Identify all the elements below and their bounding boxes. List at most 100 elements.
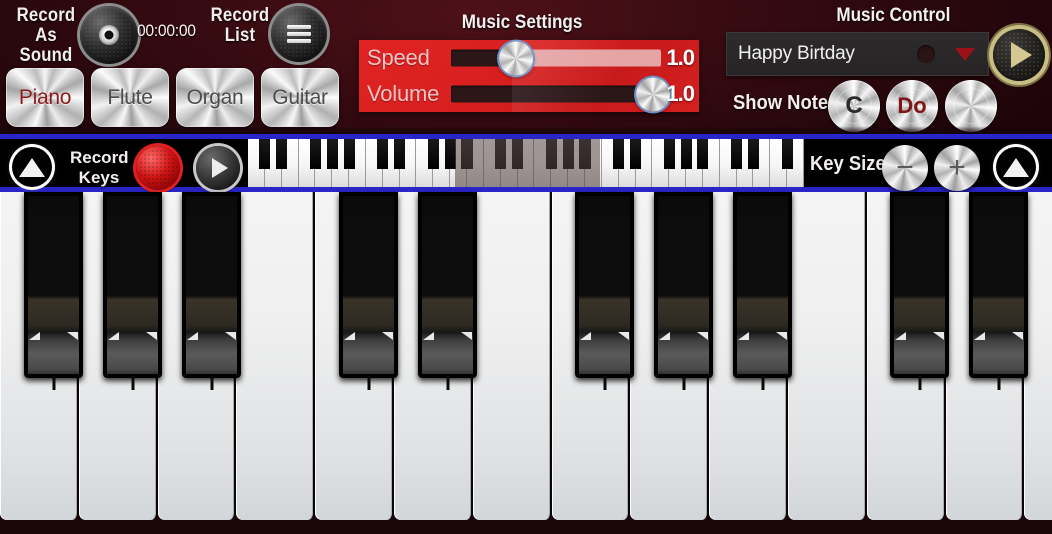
song-dropdown[interactable]: Happy Birtday — [726, 32, 989, 76]
piano-black-key[interactable] — [654, 192, 713, 390]
black-key-stem — [682, 376, 685, 390]
piano-black-key[interactable] — [575, 192, 634, 390]
speed-value: 1.0 — [666, 45, 695, 70]
music-settings-panel: Speed 1.0 Volume 1.0 — [359, 40, 699, 112]
record-as-sound-button[interactable] — [80, 6, 138, 64]
mini-black-key — [579, 139, 591, 169]
instrument-button-flute[interactable]: Flute — [91, 68, 169, 127]
play-song-button[interactable] — [993, 29, 1045, 81]
record-keys-label-line2: Keys — [78, 167, 120, 187]
status-dot-icon — [917, 45, 935, 63]
piano-white-key[interactable] — [472, 192, 552, 520]
top-control-panel: Record As Sound 00:00:00 Record List Pia… — [0, 0, 1052, 134]
note-style-do-label: Do — [897, 93, 927, 118]
mini-black-key — [343, 139, 355, 169]
record-as-sound-label-line1: Record — [16, 5, 76, 26]
mini-black-key — [427, 139, 439, 169]
black-key-highlight-right — [67, 332, 78, 340]
mini-black-key — [697, 139, 709, 169]
keyboard-toolbar: Record Keys Key Size − + — [0, 134, 1052, 192]
black-key-stem — [52, 376, 55, 390]
instrument-button-piano[interactable]: Piano — [6, 68, 84, 127]
record-as-sound-label-line2: As Sound — [19, 24, 73, 66]
piano-app-root: Record As Sound 00:00:00 Record List Pia… — [0, 0, 1052, 534]
show-notes-label: Show Notes — [733, 92, 839, 114]
triangle-up-icon — [19, 157, 45, 177]
mini-black-key — [731, 139, 743, 169]
record-disc-icon — [99, 25, 119, 45]
piano-white-key[interactable] — [788, 192, 867, 520]
black-key-highlight-left — [108, 332, 119, 340]
instrument-button-organ[interactable]: Organ — [176, 68, 254, 127]
speed-label: Speed — [367, 45, 430, 70]
mini-black-key — [747, 139, 759, 169]
key-size-decrease-button[interactable]: − — [882, 145, 928, 191]
mini-black-key — [781, 139, 793, 169]
key-size-increase-button[interactable]: + — [934, 145, 980, 191]
black-key-stem — [367, 376, 370, 390]
mini-black-key — [663, 139, 675, 169]
chevron-down-icon[interactable] — [955, 47, 975, 61]
black-key-stem — [997, 376, 1000, 390]
volume-slider-thumb[interactable] — [635, 77, 670, 111]
black-key-stem — [446, 376, 449, 390]
mini-black-key — [377, 139, 389, 169]
collapse-panel-right-button[interactable] — [996, 147, 1036, 187]
mini-keyboard-overview[interactable] — [248, 139, 804, 187]
piano-black-key[interactable] — [339, 192, 398, 390]
piano-black-key[interactable] — [418, 192, 477, 390]
piano-black-key[interactable] — [182, 192, 241, 390]
plus-icon: + — [948, 151, 966, 184]
mini-black-key — [394, 139, 406, 169]
black-key-highlight-right — [382, 332, 393, 340]
note-style-c-label: C — [845, 92, 863, 119]
record-keys-button[interactable] — [136, 146, 180, 190]
piano-black-key[interactable] — [733, 192, 792, 390]
black-key-highlight-right — [776, 332, 787, 340]
piano-black-key[interactable] — [103, 192, 162, 390]
piano-white-key[interactable] — [1024, 192, 1052, 520]
list-lines-icon — [287, 24, 311, 44]
triangle-up-icon — [1003, 157, 1029, 177]
speed-slider-row: Speed 1.0 — [359, 40, 699, 76]
mini-black-key — [613, 139, 625, 169]
black-key-highlight-left — [344, 332, 355, 340]
piano-black-key[interactable] — [24, 192, 83, 390]
black-key-highlight-left — [187, 332, 198, 340]
black-key-highlight-left — [580, 332, 591, 340]
black-key-highlight-right — [933, 332, 944, 340]
play-keys-button[interactable] — [196, 146, 240, 190]
record-list-label-line1: Record — [210, 5, 270, 26]
volume-value: 1.0 — [666, 81, 695, 106]
note-style-off-button[interactable] — [945, 80, 997, 132]
instrument-label-piano: Piano — [18, 85, 72, 109]
speed-slider-thumb[interactable] — [499, 41, 534, 75]
instrument-button-guitar[interactable]: Guitar — [261, 68, 339, 127]
black-key-stem — [761, 376, 764, 390]
music-control-title: Music Control — [836, 5, 951, 26]
piano-keyboard[interactable] — [0, 192, 1052, 534]
volume-slider-track[interactable] — [451, 77, 670, 111]
black-key-highlight-right — [1012, 332, 1023, 340]
record-list-button[interactable] — [271, 6, 327, 62]
speed-slider-track[interactable] — [451, 41, 661, 75]
volume-label: Volume — [367, 81, 440, 106]
black-key-highlight-right — [146, 332, 157, 340]
piano-black-key[interactable] — [969, 192, 1028, 390]
record-as-sound-label: Record As Sound — [11, 6, 81, 66]
key-size-label: Key Size — [810, 153, 886, 175]
mini-black-key — [259, 139, 271, 169]
piano-white-key[interactable] — [236, 192, 316, 520]
black-key-stem — [210, 376, 213, 390]
volume-slider-row: Volume 1.0 — [359, 76, 699, 112]
piano-black-key[interactable] — [890, 192, 949, 390]
collapse-panel-left-button[interactable] — [12, 147, 52, 187]
black-key-highlight-right — [225, 332, 236, 340]
recording-timer: 00:00:00 — [137, 21, 196, 40]
instrument-label-organ: Organ — [186, 85, 244, 109]
black-key-highlight-right — [697, 332, 708, 340]
note-style-do-button[interactable]: Do — [886, 80, 938, 132]
note-style-c-button[interactable]: C — [828, 80, 880, 132]
mini-black-key — [680, 139, 692, 169]
play-triangle-icon — [212, 158, 228, 178]
